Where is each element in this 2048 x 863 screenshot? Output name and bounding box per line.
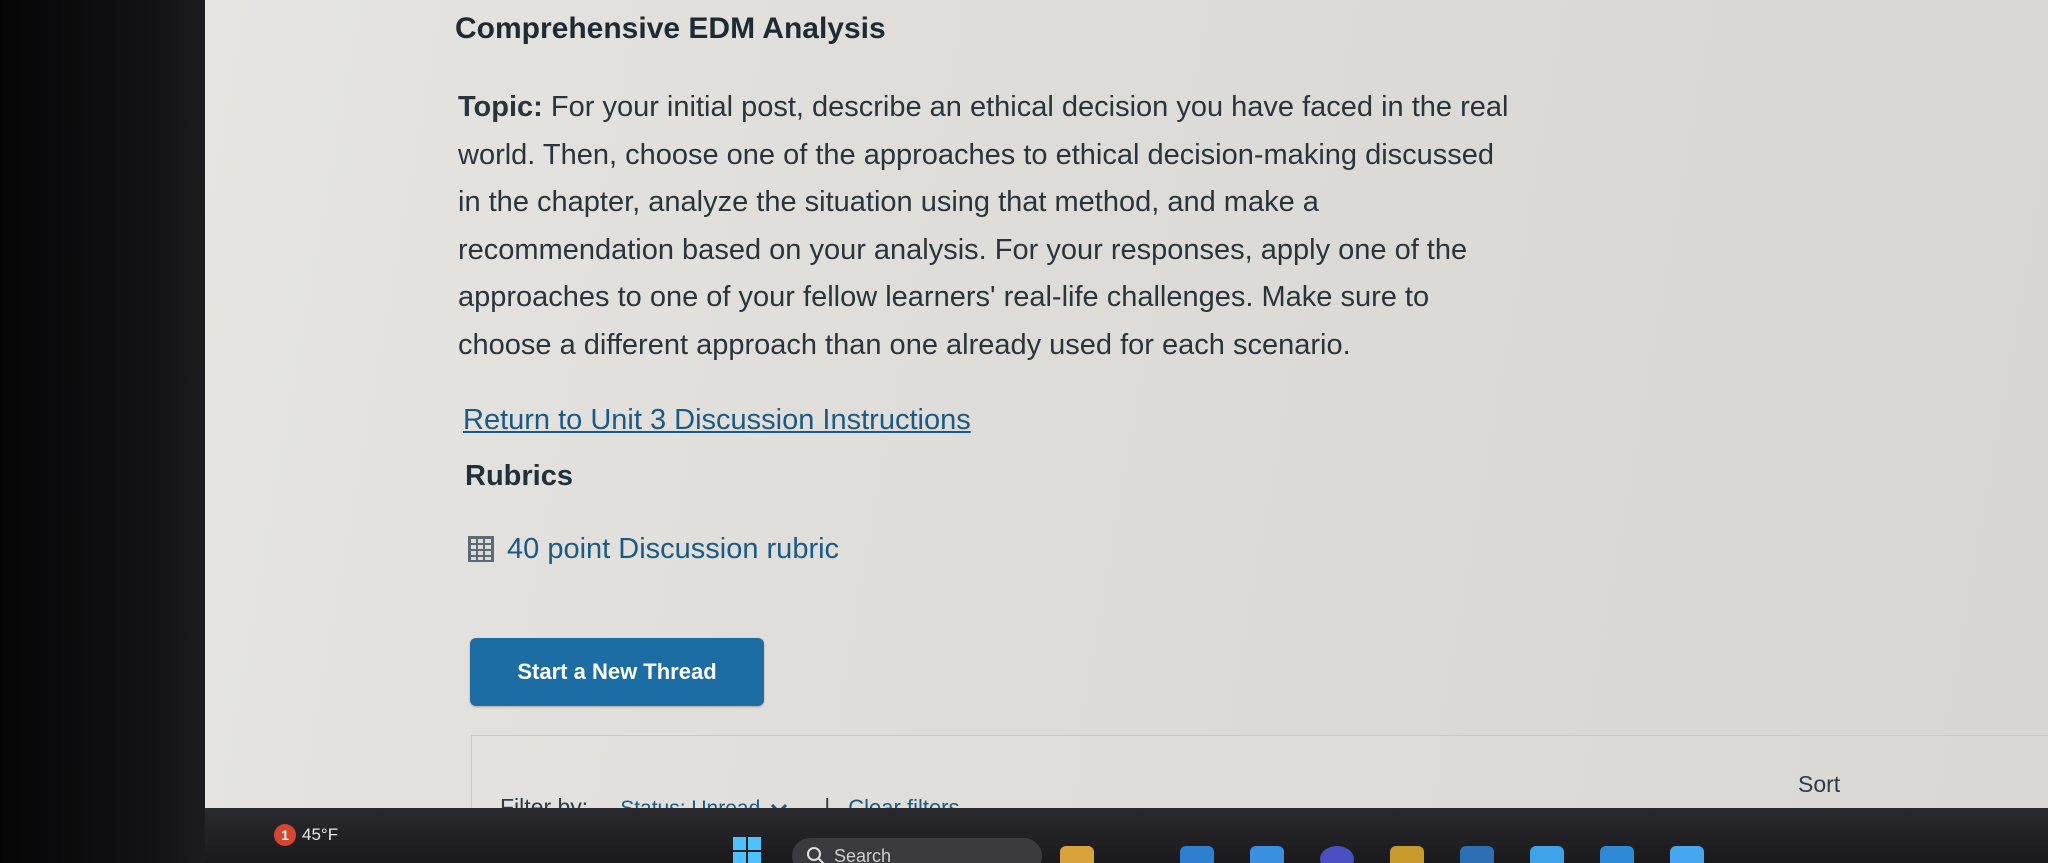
topic-line: choose a different approach than one alr… <box>458 328 1351 361</box>
taskbar-app-icon[interactable] <box>1060 846 1094 863</box>
rubric-item[interactable]: 40 point Discussion rubric <box>467 529 839 569</box>
filter-label: Filter by: <box>500 794 589 808</box>
monitor-bezel <box>0 0 205 863</box>
taskbar-app-icon[interactable] <box>1250 846 1284 863</box>
rubrics-heading: Rubrics <box>465 460 573 492</box>
taskbar-app-icon[interactable] <box>1390 846 1424 863</box>
clear-filters-link[interactable]: Clear filters <box>848 795 959 808</box>
topic-label: Topic: <box>458 91 543 123</box>
taskbar-search[interactable]: Search <box>792 838 1042 863</box>
status-filter-dropdown[interactable]: Status: Unread <box>620 797 788 808</box>
return-to-instructions-link[interactable]: Return to Unit 3 Discussion Instructions <box>463 404 971 437</box>
taskbar-app-icon[interactable] <box>1460 846 1494 863</box>
weather-widget[interactable]: 1 45°F <box>274 824 338 846</box>
status-filter-value: Status: Unread <box>620 797 760 808</box>
sort-label: Sort <box>1798 771 1841 797</box>
rubric-grid-icon <box>468 536 494 562</box>
browser-viewport: Comprehensive EDM Analysis Topic: For yo… <box>205 0 2048 808</box>
search-icon <box>807 847 825 863</box>
topic-line: world. Then, choose one of the approache… <box>458 138 1495 171</box>
taskbar-app-icon[interactable] <box>1180 846 1214 863</box>
taskbar-app-icon[interactable] <box>1600 846 1634 863</box>
windows-start-icon[interactable] <box>732 836 762 863</box>
filter-separator: | <box>824 794 831 808</box>
taskbar-app-icon[interactable] <box>1530 846 1564 863</box>
topic-description: Topic: For your initial post, describe a… <box>458 84 1628 369</box>
topic-line: in the chapter, analyze the situation us… <box>458 186 1319 218</box>
topic-line: recommendation based on your analysis. F… <box>458 233 1468 266</box>
temperature: 45°F <box>302 825 339 844</box>
rubric-link[interactable]: 40 point Discussion rubric <box>507 533 839 566</box>
filter-bar: Filter by: Status: Unread | Clear filter… <box>500 794 960 808</box>
taskbar <box>205 808 2048 863</box>
discussion-content: Comprehensive EDM Analysis Topic: For yo… <box>455 0 2048 808</box>
search-placeholder: Search <box>834 845 892 863</box>
topic-line: approaches to one of your fellow learner… <box>458 281 1430 313</box>
topic-line: Topic: For your initial post, describe a… <box>458 91 1509 123</box>
taskbar-app-icon[interactable] <box>1670 846 1704 863</box>
notification-badge: 1 <box>274 824 296 846</box>
page-title: Comprehensive EDM Analysis <box>455 12 886 45</box>
start-new-thread-button[interactable]: Start a New Thread <box>470 638 764 706</box>
